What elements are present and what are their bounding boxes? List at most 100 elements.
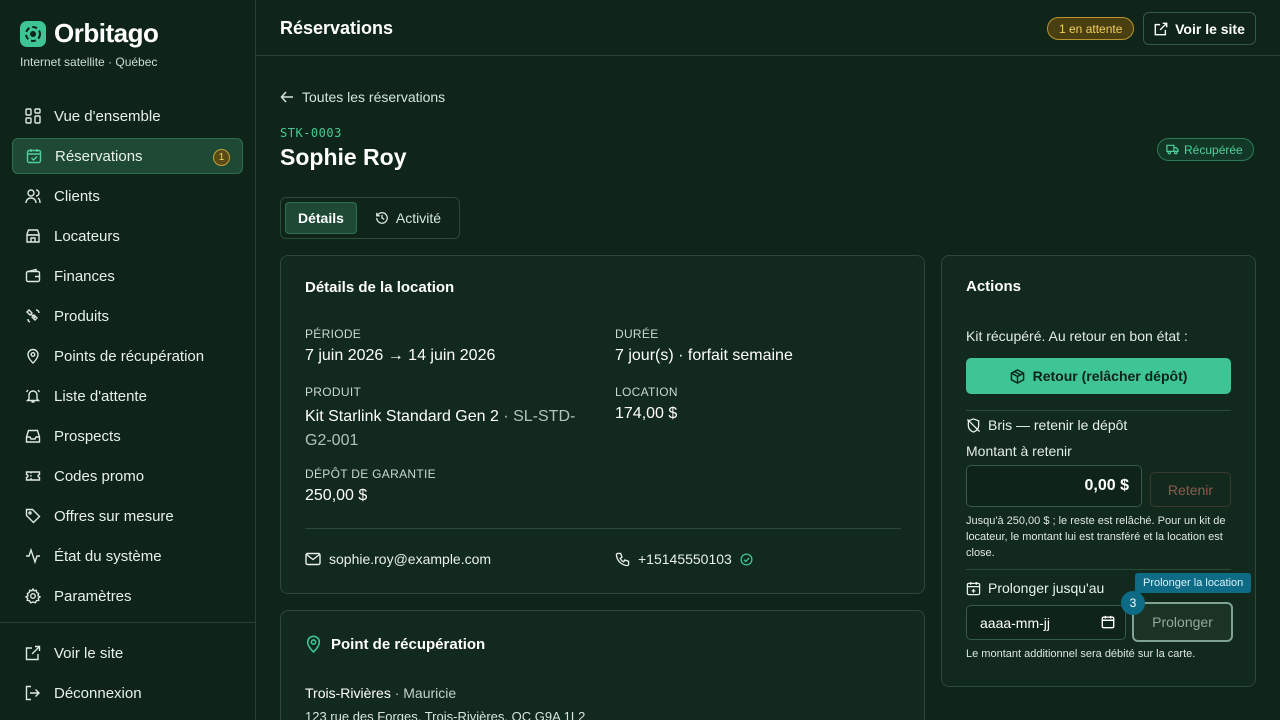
sidebar-item-label: Locateurs [54,227,120,245]
pickup-region: · Mauricie [390,685,457,701]
topbar: Réservations 1 en attente Voir le site [256,0,1280,56]
truck-icon [1166,144,1179,155]
ticket-icon [24,467,42,485]
pickup-title-row: Point de récupération [305,635,485,653]
verified-check-icon [740,552,753,566]
users-icon [24,187,42,205]
sidebar-item-view-site[interactable]: Voir le site [12,635,243,671]
deposit-label: DÉPÔT DE GARANTIE [305,467,436,481]
store-icon [24,227,42,245]
period-label: PÉRIODE [305,327,362,341]
duration-value: 7 jour(s) · forfait semaine [615,347,793,364]
sidebar-item-label: Produits [54,307,110,325]
sidebar-item-label: Points de récupération [54,347,205,365]
tab-details[interactable]: Détails [285,202,357,234]
sidebar-item-custom-offers[interactable]: Offres sur mesure [12,498,243,534]
wallet-icon [24,267,42,285]
sidebar-item-system-status[interactable]: État du système [12,538,243,574]
map-pin-icon [24,347,42,365]
sidebar-item-prospects[interactable]: Prospects [12,418,243,454]
back-link-label: Toutes les réservations [302,89,446,105]
pickup-city: Trois-Rivières [305,685,391,701]
tab-label: Détails [298,210,344,226]
logo-icon [20,20,46,47]
extend-tooltip: Prolonger la location [1135,573,1252,593]
sidebar-item-label: État du système [54,547,162,565]
deposit-value: 250,00 $ [305,487,368,504]
sidebar-item-clients[interactable]: Clients [12,178,243,214]
back-link[interactable]: Toutes les réservations [280,89,445,105]
tab-label: Activité [395,210,442,226]
phone-contact[interactable]: +15145550103 [615,551,753,567]
rental-label: LOCATION [615,385,678,399]
activity-icon [24,547,42,565]
extend-button[interactable]: Prolonger [1132,602,1233,642]
step-marker: 3 [1121,591,1145,615]
page-title: Réservations [280,18,394,38]
brand-name: Orbitago [54,18,159,48]
reservations-count-badge: 1 [213,149,230,166]
tab-activity[interactable]: Activité [363,202,453,234]
status-badge: Récupérée [1157,138,1254,161]
extend-date-input[interactable]: aaaa-mm-jj [966,605,1126,640]
logout-icon [24,684,42,702]
sidebar-item-promo-codes[interactable]: Codes promo [12,458,243,494]
period-value: 7 juin 2026 → 14 juin 2026 [305,347,496,364]
divider [966,410,1231,411]
sidebar-item-overview[interactable]: Vue d'ensemble [12,98,243,134]
reservation-ref: STK-0003 [280,126,342,140]
sidebar-item-reservations[interactable]: Réservations 1 [12,138,243,174]
retain-amount-input[interactable]: 0,00 $ [966,465,1142,507]
sidebar-item-waitlist[interactable]: Liste d'attente [12,378,243,414]
status-label: Récupérée [1184,142,1243,157]
sidebar: Orbitago Internet satellite · Québec Vue… [0,0,256,720]
sidebar-item-settings[interactable]: Paramètres [12,578,243,614]
sidebar-item-finances[interactable]: Finances [12,258,243,294]
rental-value: 174,00 $ [615,405,678,422]
arrow-left-icon [280,90,294,104]
tab-bar: Détails Activité [280,197,460,239]
bell-icon [24,387,42,405]
sidebar-item-logout[interactable]: Déconnexion [12,675,243,711]
sidebar-item-label: Offres sur mesure [54,507,174,525]
email-value: sophie.roy@example.com [329,551,492,567]
sidebar-item-produits[interactable]: Produits [12,298,243,334]
sidebar-item-locateurs[interactable]: Locateurs [12,218,243,254]
customer-name: Sophie Roy [280,144,407,170]
brand[interactable]: Orbitago [20,18,159,49]
history-icon [375,211,389,225]
phone-value: +15145550103 [638,551,732,567]
actions-title: Actions [966,278,1022,295]
pending-badge[interactable]: 1 en attente [1047,17,1135,40]
date-placeholder: aaaa-mm-jj [980,614,1051,631]
view-site-button[interactable]: Voir le site [1143,12,1256,45]
sidebar-item-label: Finances [54,267,115,285]
product-name: Kit Starlink Standard Gen 2 [305,408,499,425]
rental-details-card: Détails de la location PÉRIODE 7 juin 20… [280,255,925,594]
gear-icon [24,587,42,605]
sidebar-item-label: Prospects [54,427,121,445]
view-site-label: Voir le site [1175,20,1245,37]
extend-title: Prolonger jusqu'au [988,580,1105,596]
calendar-plus-icon [966,581,981,596]
return-button-label: Retour (relâcher dépôt) [1032,368,1188,384]
sidebar-item-label: Codes promo [54,467,145,485]
extend-note: Le montant additionnel sera débité sur l… [966,648,1196,660]
sidebar-bottom-nav: Voir le site Déconnexion [12,635,243,715]
product-value: Kit Starlink Standard Gen 2 · SL-STD-G2-… [305,405,595,453]
calendar-icon[interactable] [1101,615,1115,629]
sidebar-item-label: Clients [54,187,100,205]
retain-button[interactable]: Retenir [1150,472,1231,507]
return-release-deposit-button[interactable]: Retour (relâcher dépôt) [966,358,1231,394]
email-contact[interactable]: sophie.roy@example.com [305,551,491,567]
sidebar-item-label: Déconnexion [54,684,142,702]
product-label: PRODUIT [305,385,362,399]
damage-title-row: Bris — retenir le dépôt [966,417,1127,433]
tag-icon [24,507,42,525]
sidebar-item-label: Voir le site [54,644,124,662]
sidebar-divider [0,622,256,623]
sidebar-item-label: Vue d'ensemble [54,107,161,125]
pickup-address: 123 rue des Forges, Trois-Rivières, QC G… [305,709,586,720]
pickup-point-card: Point de récupération Trois-Rivières · M… [280,610,925,720]
sidebar-item-pickup-points[interactable]: Points de récupération [12,338,243,374]
